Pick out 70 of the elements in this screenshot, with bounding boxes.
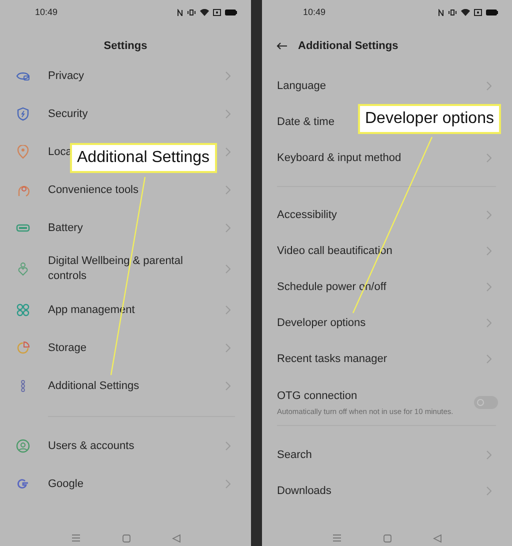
toggle-switch[interactable] [474,396,498,409]
chevron-right-icon [486,282,492,292]
chevron-right-icon [486,81,492,91]
setting-item[interactable]: Security [48,106,88,122]
chevron-right-icon [225,223,231,233]
chevron-right-icon [225,441,231,451]
page-title: Settings [104,40,148,52]
chevron-right-icon [486,318,492,328]
nfc-icon [177,8,183,16]
grid-icon [16,303,30,317]
chevron-right-icon [225,381,231,391]
setting-item[interactable]: Storage [48,340,87,356]
wifi-icon [200,8,209,16]
shield-icon [16,107,30,121]
setting-item[interactable]: Google [48,476,84,492]
callout-label: Developer options [358,104,501,134]
chevron-right-icon [486,354,492,364]
google-g-icon [16,477,30,491]
callout-label: Additional Settings [70,143,217,173]
sim-icon [474,8,482,16]
chevron-right-icon [225,147,231,157]
setting-item[interactable]: Keyboard & input method [277,150,402,166]
setting-item[interactable]: Recent tasks manager [277,352,388,366]
head-icon [16,183,30,197]
setting-item[interactable]: Developer options [277,316,366,330]
user-circle-icon [16,439,30,453]
chevron-right-icon [486,210,492,220]
setting-item[interactable]: Date & time [277,114,334,130]
setting-item[interactable]: Accessibility [277,208,337,222]
person-heart-icon [16,262,30,276]
chevron-right-icon [486,486,492,496]
sim-icon [213,8,221,16]
setting-item[interactable]: Digital Wellbeing & parental controls [48,254,198,284]
status-time: 10:49 [35,7,58,17]
vibrate-icon [187,8,196,16]
setting-item[interactable]: Language [277,78,326,94]
chevron-right-icon [225,109,231,119]
setting-item[interactable]: Convenience tools [48,182,139,198]
menu-icon[interactable] [70,534,80,542]
setting-item[interactable]: Battery [48,220,83,236]
page-title: Additional Settings [298,40,398,52]
location-pin-icon [16,145,30,159]
nfc-icon [438,8,444,16]
setting-item[interactable]: Search [277,448,312,462]
battery-status-icon [225,8,237,16]
pie-chart-icon [16,341,30,355]
chevron-right-icon [225,479,231,489]
wifi-icon [461,8,470,16]
chevron-right-icon [225,305,231,315]
chevron-right-icon [486,450,492,460]
battery-status-icon [486,8,498,16]
setting-item[interactable]: Privacy [48,68,84,84]
chevron-right-icon [486,246,492,256]
status-time: 10:49 [303,7,326,17]
chevron-right-icon [225,264,231,274]
home-square-icon[interactable] [382,534,392,542]
home-square-icon[interactable] [122,534,130,542]
chevron-right-icon [225,71,231,81]
chevron-right-icon [225,185,231,195]
setting-item[interactable]: Users & accounts [48,438,134,454]
vibrate-icon [448,8,457,16]
setting-item[interactable]: Downloads [277,484,332,498]
menu-icon[interactable] [332,534,342,542]
back-triangle-icon[interactable] [172,534,180,542]
setting-label: OTG connection [277,389,358,404]
setting-item[interactable]: Additional Settings [48,378,140,394]
back-arrow-icon[interactable] [276,42,288,50]
chevron-right-icon [486,153,492,163]
chevron-right-icon [225,343,231,353]
back-triangle-icon[interactable] [432,534,442,542]
